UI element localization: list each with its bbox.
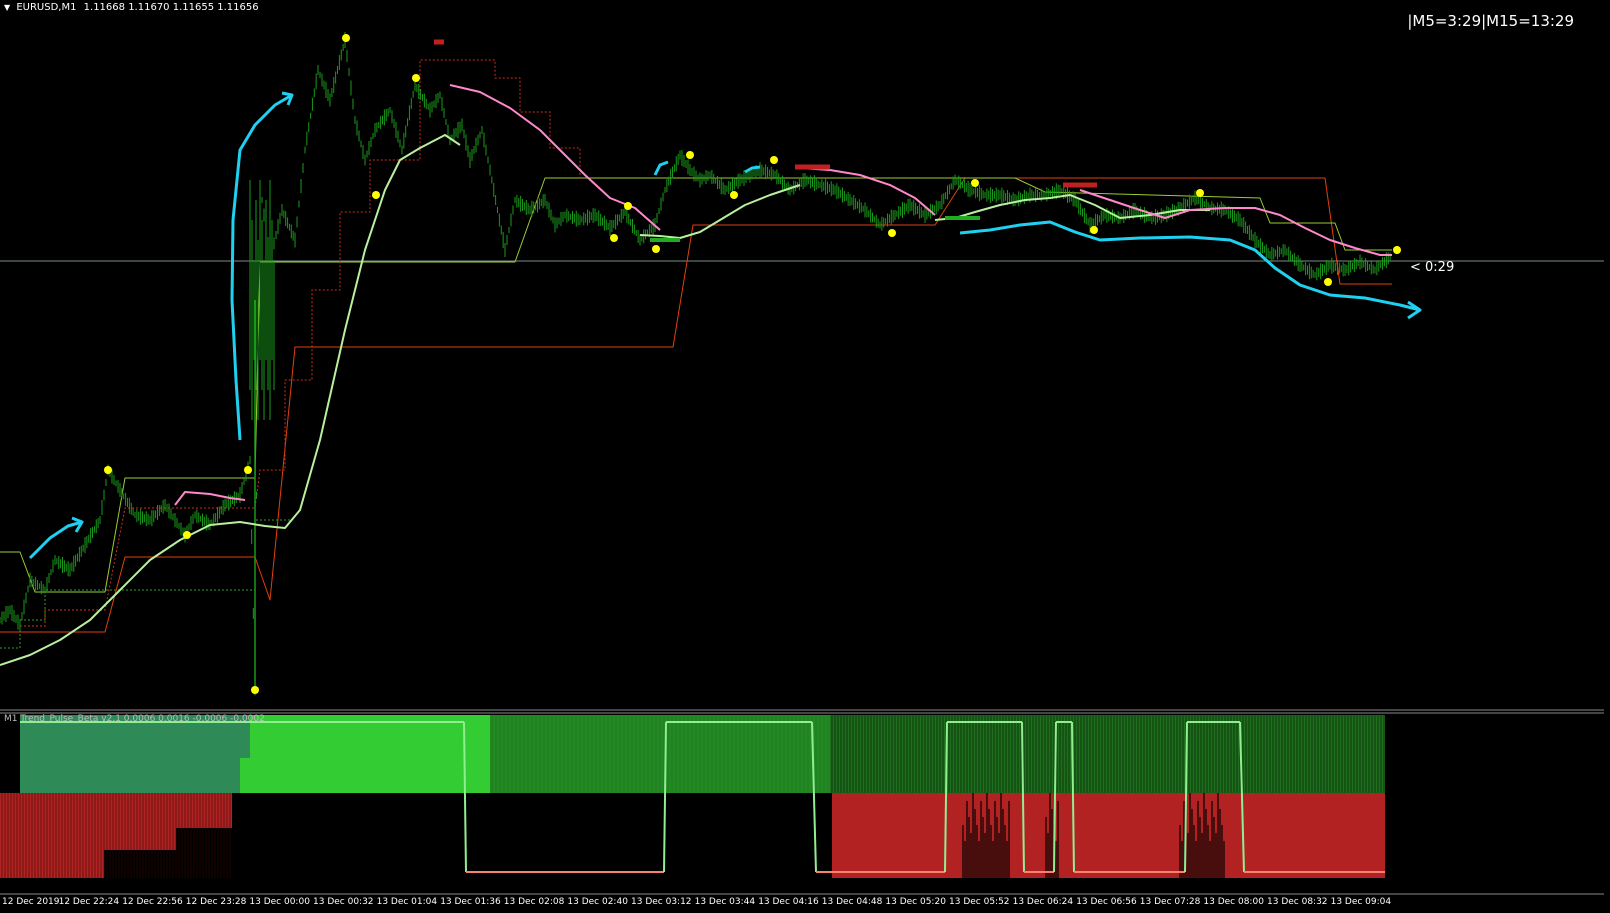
signal-dot bbox=[610, 234, 618, 242]
symbol-prices: 1.11668 1.11670 1.11655 1.11656 bbox=[83, 2, 259, 13]
time-label: 13 Dec 06:24 bbox=[1012, 897, 1074, 907]
signal-dot bbox=[104, 466, 112, 474]
time-label: 13 Dec 02:08 bbox=[503, 897, 565, 907]
time-label: 13 Dec 08:00 bbox=[1203, 897, 1264, 907]
time-label: 12 Dec 23:28 bbox=[185, 897, 247, 907]
signal-dot bbox=[888, 229, 896, 237]
time-label: 13 Dec 05:52 bbox=[949, 897, 1010, 907]
signal-dot bbox=[183, 531, 191, 539]
osc-green-block bbox=[240, 758, 250, 793]
time-label: 13 Dec 03:44 bbox=[694, 897, 756, 907]
signal-dot bbox=[372, 191, 380, 199]
time-label: 13 Dec 01:04 bbox=[376, 897, 438, 907]
trend-arrow bbox=[653, 160, 669, 176]
time-label: 13 Dec 08:32 bbox=[1267, 897, 1328, 907]
time-label: 13 Dec 04:48 bbox=[821, 897, 883, 907]
fast-ma-line bbox=[639, 184, 801, 239]
osc-red-block bbox=[832, 793, 1385, 878]
signal-dot bbox=[770, 156, 778, 164]
bar-countdown: < 0:29 bbox=[1410, 260, 1455, 275]
main-price-chart[interactable] bbox=[0, 0, 1610, 913]
osc-green-block bbox=[250, 715, 490, 793]
upper-channel-line bbox=[0, 177, 1392, 593]
osc-green-block bbox=[20, 715, 250, 793]
time-label: 13 Dec 07:28 bbox=[1139, 897, 1201, 907]
trend-arrow bbox=[28, 520, 83, 560]
price-scale[interactable] bbox=[1604, 0, 1610, 913]
signal-dot bbox=[342, 34, 350, 42]
signal-dot bbox=[251, 686, 259, 694]
symbol-name: EURUSD,M1 bbox=[16, 2, 77, 13]
time-label: 13 Dec 01:36 bbox=[440, 897, 501, 907]
lower-channel-line bbox=[0, 177, 1392, 633]
time-label: 13 Dec 04:16 bbox=[758, 897, 819, 907]
time-label: 13 Dec 09:04 bbox=[1330, 897, 1392, 907]
signal-dot bbox=[244, 466, 252, 474]
dotted-stair-line bbox=[20, 59, 581, 627]
time-label: 13 Dec 03:12 bbox=[631, 897, 692, 907]
fast-ma-line bbox=[0, 134, 461, 666]
chart-window[interactable]: ▼ EURUSD,M1 1.11668 1.11670 1.11655 1.11… bbox=[0, 0, 1610, 913]
time-label: 12 Dec 22:56 bbox=[122, 897, 183, 907]
signal-dot bbox=[1090, 226, 1098, 234]
time-axis: 12 Dec 2019 12 Dec 22:24 12 Dec 22:56 12 De… bbox=[0, 895, 1610, 913]
signal-dot bbox=[652, 245, 660, 253]
symbol-header: ▼ EURUSD,M1 1.11668 1.11670 1.11655 1.11… bbox=[4, 2, 259, 13]
time-label: 12 Dec 2019 bbox=[2, 897, 60, 907]
timeframe-timer: |M5=3:29|M15=13:29 bbox=[1407, 12, 1574, 30]
dotted-stair-line bbox=[0, 519, 290, 649]
slow-ma-line bbox=[1079, 189, 1392, 256]
signal-dot bbox=[730, 191, 738, 199]
indicator-label: M1 Trend_Pulse_Beta v2.1 0.0006 0.0016 -… bbox=[4, 714, 265, 724]
slow-ma-line bbox=[799, 167, 936, 216]
signal-dot bbox=[686, 151, 694, 159]
chevron-down-icon[interactable]: ▼ bbox=[4, 3, 10, 12]
time-label: 13 Dec 02:40 bbox=[567, 897, 628, 907]
signal-dot bbox=[1393, 246, 1401, 254]
time-label: 13 Dec 00:00 bbox=[249, 897, 310, 907]
signal-dot bbox=[624, 202, 632, 210]
signal-dot bbox=[1324, 278, 1332, 286]
signal-dot bbox=[1196, 189, 1204, 197]
oscillator-layer bbox=[0, 715, 1385, 878]
time-label: 13 Dec 06:56 bbox=[1076, 897, 1137, 907]
price-layer bbox=[0, 32, 1422, 696]
signal-dot bbox=[412, 74, 420, 82]
time-label: 13 Dec 05:20 bbox=[885, 897, 946, 907]
signal-dot bbox=[971, 179, 979, 187]
time-label: 12 Dec 22:24 bbox=[58, 897, 120, 907]
time-label: 13 Dec 00:32 bbox=[313, 897, 374, 907]
